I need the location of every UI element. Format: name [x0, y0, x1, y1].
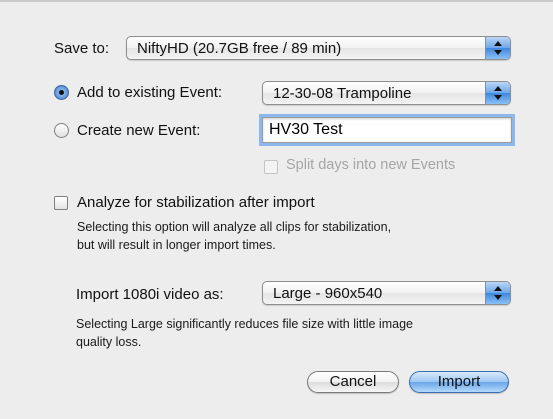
- cancel-button[interactable]: Cancel: [307, 371, 399, 393]
- import-size-popup[interactable]: Large - 960x540: [262, 281, 511, 305]
- stabilization-help-line2: but will result in longer import times.: [77, 238, 276, 252]
- stabilization-checkbox[interactable]: [54, 196, 68, 210]
- stabilization-help-line1: Selecting this option will analyze all c…: [77, 220, 392, 234]
- import-size-help-line2: quality loss.: [76, 335, 142, 349]
- new-event-name-field[interactable]: [262, 117, 512, 143]
- import-dialog: Save to: NiftyHD (20.7GB free / 89 min) …: [0, 0, 553, 419]
- save-to-value: NiftyHD (20.7GB free / 89 min): [137, 40, 342, 57]
- save-to-popup[interactable]: NiftyHD (20.7GB free / 89 min): [126, 36, 511, 60]
- existing-event-popup[interactable]: 12-30-08 Trampoline: [262, 81, 511, 105]
- split-days-checkbox[interactable]: [264, 160, 278, 174]
- create-new-label[interactable]: Create new Event:: [77, 122, 200, 139]
- stabilization-label[interactable]: Analyze for stabilization after import: [77, 194, 315, 211]
- create-new-radio[interactable]: [54, 123, 69, 138]
- import-size-help: Selecting Large significantly reduces fi…: [76, 315, 413, 351]
- import-size-label: Import 1080i video as:: [76, 286, 224, 303]
- save-to-label: Save to:: [54, 40, 110, 57]
- up-down-arrows-icon: [485, 282, 510, 304]
- existing-event-value: 12-30-08 Trampoline: [273, 85, 412, 102]
- up-down-arrows-icon: [485, 82, 510, 104]
- import-size-help-line1: Selecting Large significantly reduces fi…: [76, 317, 413, 331]
- add-existing-radio[interactable]: [54, 85, 69, 100]
- add-existing-label[interactable]: Add to existing Event:: [77, 84, 222, 101]
- import-size-value: Large - 960x540: [273, 285, 383, 302]
- split-days-label: Split days into new Events: [286, 157, 456, 173]
- stabilization-help: Selecting this option will analyze all c…: [77, 218, 391, 254]
- import-button[interactable]: Import: [409, 371, 509, 393]
- up-down-arrows-icon: [485, 37, 510, 59]
